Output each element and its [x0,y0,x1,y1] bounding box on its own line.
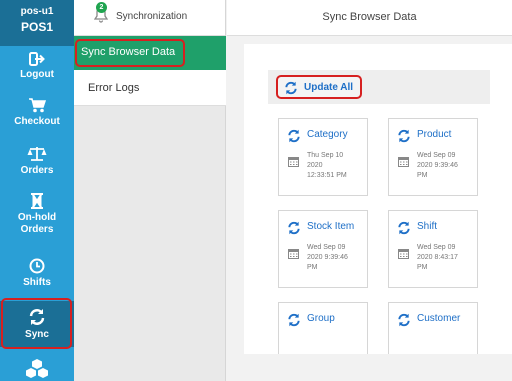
card-title: Customer [417,313,461,324]
cubes-icon [26,359,48,378]
main-sidebar: pos-u1 POS1 Logout Checkout Orders On-ho… [0,0,74,381]
sync-icon [288,313,300,327]
user-name: pos-u1 [20,6,54,17]
last-sync-date: Wed Sep 09 2020 9:39:46 PM [417,152,458,179]
page-title: Sync Browser Data [322,11,417,23]
sidebar-item-label: Orders [20,165,54,176]
sync-icon [398,129,410,143]
card-title: Shift [417,221,438,232]
calendar-icon [288,249,299,259]
update-all-bar: Update All [268,70,490,104]
scale-icon [27,147,47,161]
card-title: Group [307,313,335,324]
main-header: Sync Browser Data [227,0,512,36]
update-all-button[interactable]: Update All [276,75,362,99]
logout-icon [29,52,45,66]
clock-icon [29,258,45,274]
last-sync-date: Wed Sep 09 2020 9:39:46 PM [307,244,348,271]
calendar-icon [398,249,409,259]
sync-card-customer[interactable]: Customer [388,302,478,354]
sync-card-category[interactable]: Category Thu Sep 10 2020 12:33:51 PM [278,118,368,196]
sync-content-panel: Update All Category Thu Sep 10 2020 12:3… [244,44,512,354]
sync-card-product[interactable]: Product Wed Sep 09 2020 9:39:46 PM [388,118,478,196]
last-sync-date: Thu Sep 10 2020 12:33:51 PM [307,152,347,179]
sync-browser-data-highlight [75,39,185,67]
menu-item-error-logs[interactable]: Error Logs [74,70,226,106]
sidebar-item-on-hold-orders[interactable]: On-hold Orders [0,193,74,239]
menu-item-label: Error Logs [88,82,140,94]
sync-card-group[interactable]: Group [278,302,368,354]
sidebar-item-label-line2: Orders [20,224,54,235]
update-all-label: Update All [304,82,354,93]
submenu-header: 2 Synchronization [74,0,225,36]
calendar-icon [288,157,299,167]
notification-badge: 2 [96,2,107,13]
sidebar-item-orders[interactable]: Orders [0,146,74,182]
sidebar-item-checkout[interactable]: Checkout [0,98,74,134]
pos-identity: pos-u1 POS1 [0,0,74,46]
sync-icon [288,129,300,143]
sidebar-item-products[interactable] [0,358,74,381]
calendar-icon [398,157,409,167]
sync-card-shift[interactable]: Shift Wed Sep 09 2020 8:43:17 PM [388,210,478,288]
sync-icon [398,221,410,235]
pos-name: POS1 [20,20,53,34]
hourglass-icon [31,193,43,209]
sidebar-item-shifts[interactable]: Shifts [0,258,74,294]
sync-card-stock-item[interactable]: Stock Item Wed Sep 09 2020 9:39:46 PM [278,210,368,288]
last-sync-date: Wed Sep 09 2020 8:43:17 PM [417,244,458,271]
submenu-title: Synchronization [116,11,188,22]
card-title: Product [417,129,452,140]
sync-icon [285,81,297,95]
card-title: Stock Item [307,221,355,232]
sidebar-item-label: Checkout [14,116,60,127]
sync-submenu: 2 Synchronization Sync Browser Data Erro… [74,0,226,381]
sidebar-item-label: Logout [20,69,54,80]
sidebar-item-label-line1: On-hold [17,212,57,223]
sidebar-item-label: Shifts [23,277,51,288]
card-title: Category [307,129,348,140]
cart-icon [29,98,46,113]
sync-icon [288,221,300,235]
sync-highlight [1,298,72,349]
sidebar-item-logout[interactable]: Logout [0,52,74,88]
sync-icon [398,313,410,327]
